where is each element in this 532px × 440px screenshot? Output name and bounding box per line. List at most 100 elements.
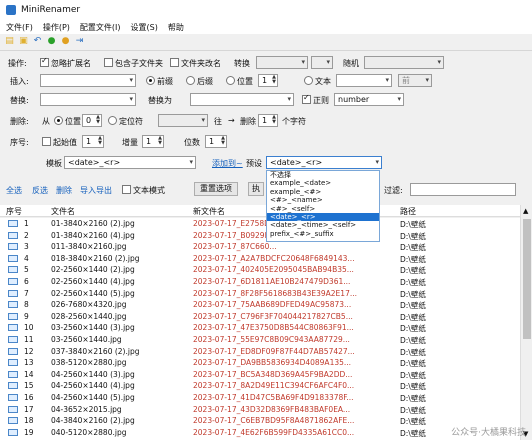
row-filename: 037-3840×2160 (2).jpg [51, 346, 140, 356]
row-index: 4 [24, 253, 29, 263]
regex-checkbox[interactable] [302, 93, 311, 104]
new-file-icon[interactable]: ▤ [4, 36, 15, 47]
folder-name-checkbox[interactable] [170, 58, 179, 67]
insert-front-radio[interactable] [146, 76, 155, 85]
invert-link[interactable]: 反选 [32, 185, 48, 196]
table-row[interactable]: 11 03-2560×1440.jpg 2023-07-17_55E97C8B09C… [0, 334, 520, 345]
row-path: D:\壁纸 [400, 417, 426, 427]
col-filename-header[interactable]: 文件名 [51, 206, 75, 217]
delete-label: 删除: [10, 117, 29, 126]
table-row[interactable]: 18 04-3840×2160 (2).jpg 2023-07-17_C6EB7BD… [0, 415, 520, 426]
table-row[interactable]: 16 04-2560×1440 (5).jpg 2023-07-17_41D47C5… [0, 392, 520, 403]
pin-icon[interactable]: ⇥ [74, 36, 85, 47]
seq-start-input[interactable]: 1 ▲ ▼ [82, 135, 104, 148]
apply-button[interactable]: 执 [248, 182, 264, 196]
menu-operation[interactable]: 操作(P) [43, 22, 70, 33]
table-row[interactable]: 6 02-2560×1440 (4).jpg 2023-07-17_6D1811AE… [0, 276, 520, 287]
delete-pos-input[interactable]: 0 ▲ ▼ [82, 114, 102, 127]
col-index-header[interactable]: 序号 [6, 206, 22, 217]
insert-pos-radio[interactable] [226, 76, 235, 85]
row-path: D:\壁纸 [400, 336, 426, 345]
table-row[interactable]: 2 01-3840×2160 (4).jpg 2023-07-17_B0929D..… [0, 230, 520, 241]
image-file-icon [8, 278, 18, 285]
include-sub-checkbox[interactable] [104, 58, 113, 67]
col-newname-header[interactable]: 新文件名 [193, 206, 225, 217]
menu-settings[interactable]: 设置(S) [131, 22, 158, 33]
table-row[interactable]: 17 04-3652×2015.jpg 2023-07-17_43D32D8369F… [0, 404, 520, 415]
insert-front-select[interactable]: 前 ▾ [398, 74, 432, 87]
table-row[interactable]: 15 04-2560×1440 (4).jpg 2023-07-17_8A2D49E… [0, 380, 520, 391]
table-row[interactable]: 10 03-2560×1440 (3).jpg 2023-07-17_47E3750… [0, 322, 520, 333]
vertical-scrollbar[interactable]: ▲ ▼ [520, 205, 532, 440]
open-folder-icon[interactable]: ▣ [18, 36, 29, 47]
replace-mode-select[interactable]: number ▾ [334, 93, 404, 106]
text-mode-checkbox[interactable] [122, 185, 131, 194]
seq-step-input[interactable]: 1 ▲ ▼ [142, 135, 164, 148]
delete-locate-label: 定位符 [119, 117, 143, 126]
table-row[interactable]: 9 028-2560×1440.jpg 2023-07-17_C796F3F7040… [0, 311, 520, 322]
replace-to-select[interactable]: ▾ [190, 93, 294, 106]
ignore-ext-checkbox[interactable] [40, 56, 49, 67]
table-row[interactable]: 14 04-2560×1440 (3).jpg 2023-07-17_BC5A348… [0, 369, 520, 380]
undo-icon[interactable]: ↶ [32, 36, 43, 47]
dropdown-option[interactable]: example_<date> [267, 179, 379, 187]
scroll-up-icon[interactable]: ▲ [523, 207, 528, 215]
random-select[interactable]: ▾ [364, 56, 444, 69]
table-row[interactable]: 13 038-5120×2880.jpg 2023-07-17_DA9BB58369… [0, 357, 520, 368]
table-row[interactable]: 7 02-2560×1440 (5).jpg 2023-07-17_8F28F561… [0, 288, 520, 299]
row-path: D:\壁纸 [400, 428, 426, 438]
file-table: 1 01-3840×2160 (2).jpg 2023-07-17_E2758D..… [0, 218, 520, 440]
delete-link[interactable]: 删除 [56, 185, 72, 196]
table-row[interactable]: 3 011-3840×2160.jpg 2023-07-17_87C660... D:… [0, 241, 520, 252]
image-file-icon [8, 347, 18, 355]
insert-text-label: 文本 [315, 77, 331, 86]
preset-select[interactable]: <date>_<r> ▾ [266, 156, 382, 169]
table-row[interactable]: 8 026-7680×4320.jpg 2023-07-17_75AAB689DFE… [0, 299, 520, 310]
insert-back-radio[interactable] [186, 76, 195, 85]
table-row[interactable]: 1 01-3840×2160 (2).jpg 2023-07-17_E2758D..… [0, 218, 520, 229]
stop-icon[interactable]: ● [60, 36, 71, 47]
select-all-link[interactable]: 全选 [6, 185, 22, 196]
menu-config[interactable]: 配置文件(I) [80, 22, 121, 33]
dropdown-option[interactable]: <date>_<time>_<self> [267, 221, 379, 229]
table-row[interactable]: 5 02-2560×1440 (2).jpg 2023-07-17_402405E2… [0, 264, 520, 275]
menu-file[interactable]: 文件(F) [6, 22, 33, 33]
delete-locate-select[interactable]: ▾ [158, 114, 208, 127]
convert-select-2[interactable]: ▾ [311, 56, 333, 69]
seq-digits-input[interactable]: 1 ▲ ▼ [205, 135, 227, 148]
dropdown-option[interactable]: example_<#> [267, 188, 379, 196]
replace-from-select[interactable]: ▾ [40, 93, 136, 106]
delete-pos-radio[interactable] [54, 116, 63, 125]
insert-text-value-select[interactable]: ▾ [336, 74, 392, 87]
table-row[interactable]: 4 018-3840×2160 (2).jpg 2023-07-17_A2A7BDC… [0, 253, 520, 264]
dropdown-option[interactable]: <#>_<self> [267, 205, 379, 213]
import-export-link[interactable]: 导入导出 [80, 185, 112, 196]
insert-text-radio[interactable] [304, 76, 313, 85]
table-row[interactable]: 12 037-3840×2160 (2).jpg 2023-07-17_ED8DF0… [0, 346, 520, 357]
dropdown-option[interactable]: 不选择 [267, 171, 379, 179]
row-newname: 2023-07-17_C796F3F704044217827CB5... [193, 311, 353, 321]
template-select[interactable]: <date>_<r> ▾ [64, 156, 196, 169]
delete-count-input[interactable]: 1 ▲ ▼ [258, 114, 278, 127]
delete-locate-radio[interactable] [108, 116, 117, 125]
add-to-link[interactable]: 添加到~ [212, 158, 243, 169]
table-row[interactable]: 19 040-5120×2880.jpg 2023-07-17_4E62F6B599… [0, 427, 520, 438]
run-icon[interactable]: ● [46, 36, 57, 47]
row-newname: 2023-07-17_B0929D... [193, 230, 278, 240]
reset-button[interactable]: 重置选项 [194, 182, 238, 196]
row-filename: 01-3840×2160 (2).jpg [51, 219, 135, 228]
dropdown-option[interactable]: <#>_<name> [267, 196, 379, 204]
insert-text-select[interactable]: ▾ [40, 74, 136, 87]
seq-start-checkbox[interactable] [42, 137, 51, 146]
filter-input[interactable] [410, 183, 516, 196]
window-title: MiniRenamer [21, 5, 81, 15]
scrollbar-thumb[interactable] [523, 219, 531, 339]
dropdown-option[interactable]: prefix_<#>_suffix [267, 230, 379, 238]
col-path-header[interactable]: 路径 [400, 206, 416, 217]
dropdown-option-selected[interactable]: <date>_<r> [267, 212, 379, 222]
insert-pos-input[interactable]: 1 ▲ ▼ [258, 74, 278, 87]
chevron-down-icon: ▾ [437, 58, 441, 66]
menu-help[interactable]: 帮助 [168, 22, 184, 33]
convert-select[interactable]: ▾ [256, 56, 308, 69]
filter-label: 过滤: [384, 186, 403, 195]
